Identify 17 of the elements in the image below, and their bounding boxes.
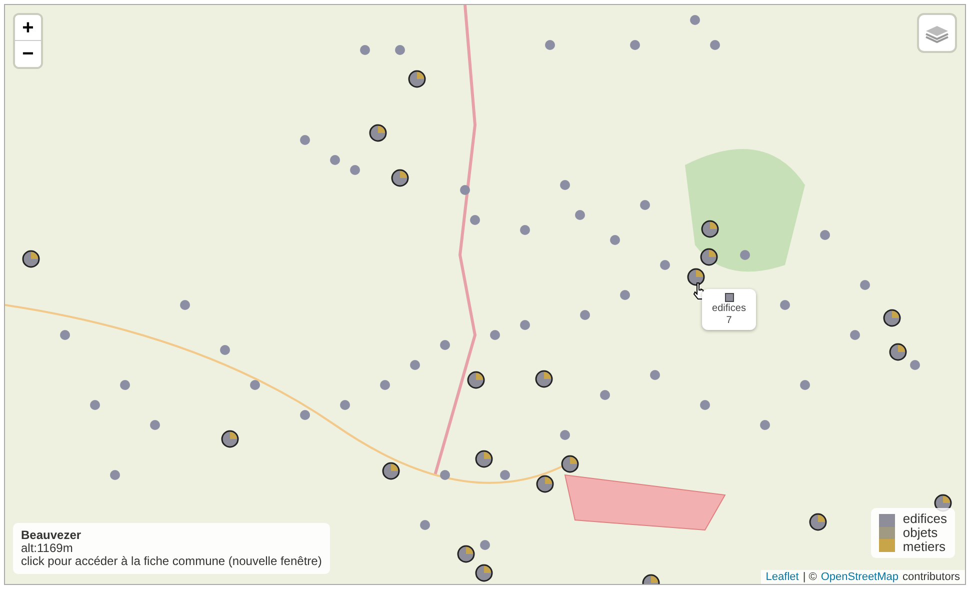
leaflet-link[interactable]: Leaflet [766, 571, 799, 583]
legend-label: metiers [902, 540, 947, 554]
layers-button[interactable] [919, 15, 955, 51]
tooltip-count: 7 [726, 315, 732, 326]
contributors-text: contributors [902, 571, 960, 583]
square-icon [724, 293, 734, 302]
openstreetmap-link[interactable]: OpenStreetMap [820, 571, 899, 583]
separator-text: | © [802, 571, 817, 583]
zoom-in-button[interactable]: + [15, 15, 41, 41]
map-background[interactable]: + − edifices 7 edifices objets metiers Beauvezer alt:1169m click pour accéder à la fiche commune (nouvelle fenêtre) Leaflet | © OpenStreetMap contributors [4, 4, 966, 585]
tooltip-label: edifices [712, 303, 746, 314]
commune-name: Beauvezer [21, 529, 82, 542]
zoom-out-button[interactable]: − [15, 41, 41, 67]
legend-label: objets [902, 526, 939, 540]
altitude-text: alt:1169m [21, 542, 74, 555]
hint-text: click pour accéder à la fiche commune (nouvelle fenêtre) [21, 555, 322, 568]
legend-label: edifices [902, 512, 947, 526]
